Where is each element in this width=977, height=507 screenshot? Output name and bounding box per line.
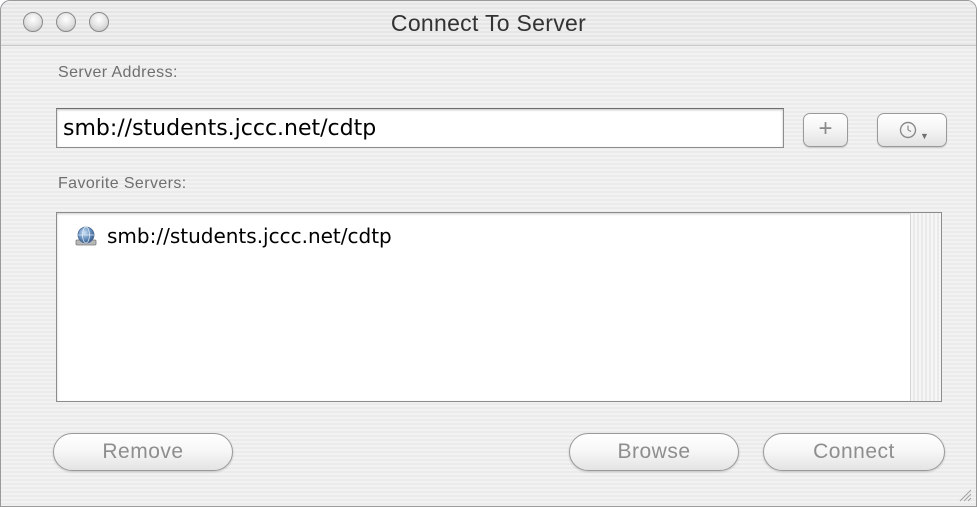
- browse-button[interactable]: Browse: [569, 433, 739, 471]
- connect-button[interactable]: Connect: [763, 433, 945, 471]
- network-server-icon: [75, 226, 97, 246]
- resize-grip-icon[interactable]: [956, 486, 972, 502]
- window-title: Connect To Server: [390, 10, 587, 36]
- chevron-down-icon: ▼: [920, 131, 929, 141]
- connect-to-server-window: Connect To Server Server Address: + ▼ Fa…: [0, 0, 977, 507]
- favorite-servers-list[interactable]: smb://students.jccc.net/cdtp: [56, 212, 942, 402]
- favorite-server-label: smb://students.jccc.net/cdtp: [107, 224, 392, 248]
- favorite-server-item[interactable]: smb://students.jccc.net/cdtp: [75, 221, 392, 251]
- recent-servers-button[interactable]: ▼: [877, 113, 947, 147]
- title-bar[interactable]: Connect To Server: [1, 1, 976, 46]
- favorite-servers-label: Favorite Servers:: [58, 175, 187, 192]
- add-favorite-button[interactable]: +: [803, 113, 848, 147]
- server-address-label: Server Address:: [58, 64, 178, 81]
- server-address-input[interactable]: [56, 108, 784, 148]
- clock-icon: [899, 121, 917, 139]
- remove-button[interactable]: Remove: [53, 433, 233, 471]
- vertical-scrollbar[interactable]: [910, 213, 941, 401]
